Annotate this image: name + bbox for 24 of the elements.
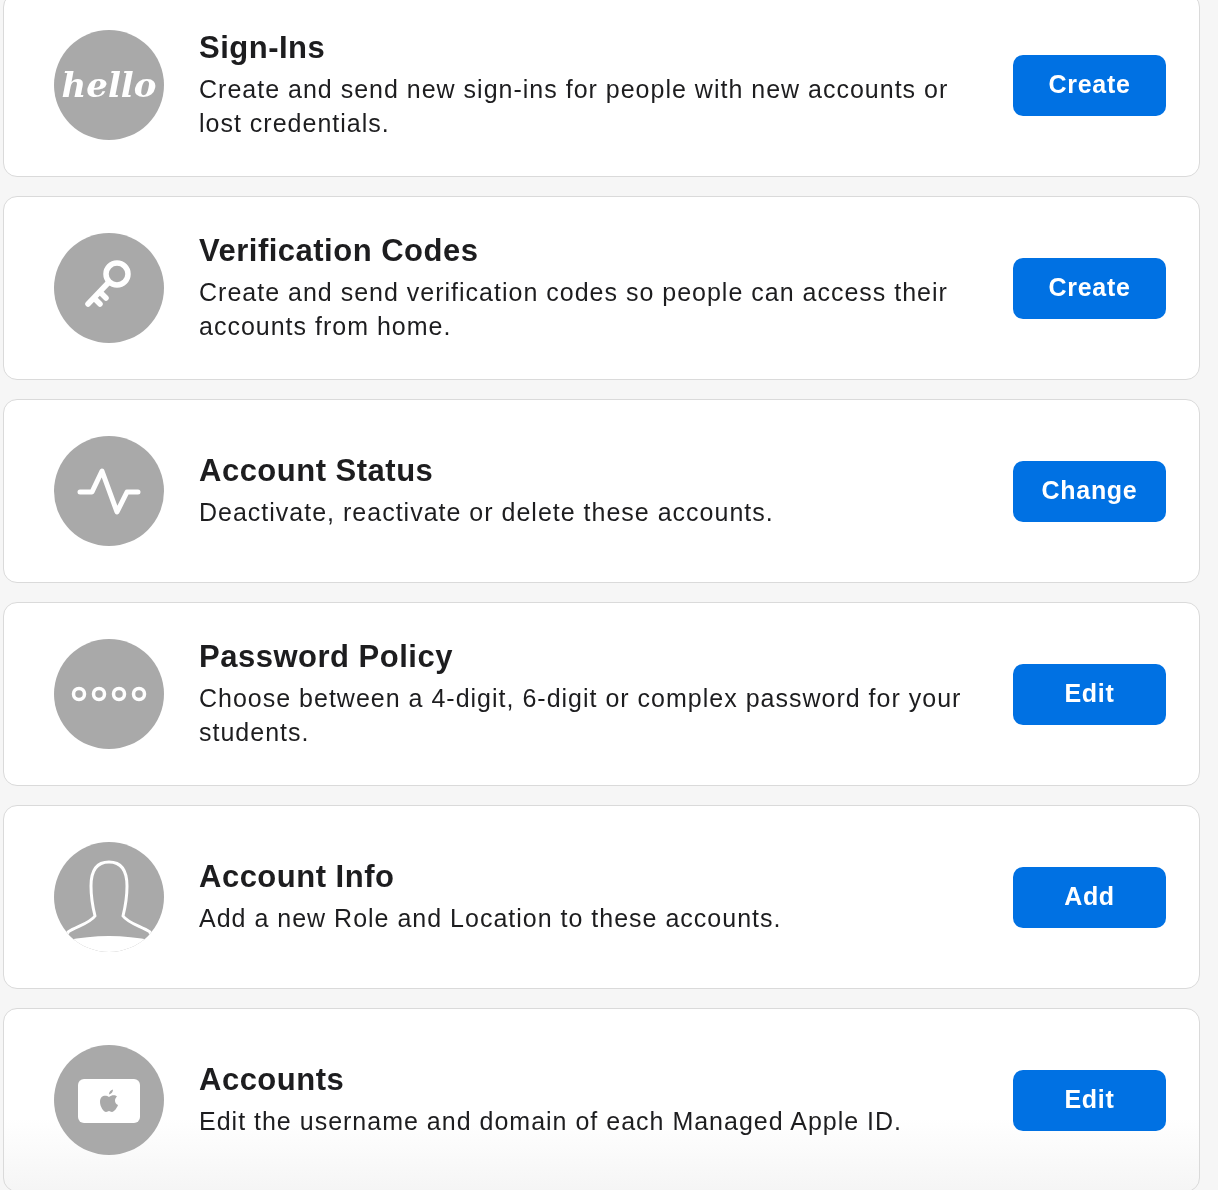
card-description: Create and send verification codes so people can access their accounts from home. [199, 277, 949, 342]
card-title: Password Policy [199, 639, 454, 675]
card-description: Deactivate, reactivate or delete these accounts. [199, 497, 775, 528]
card-title: Sign-Ins [199, 30, 327, 66]
action-button[interactable]: Edit [1013, 1069, 1166, 1131]
card-title: Account Info [199, 859, 396, 895]
action-button[interactable]: Change [1013, 460, 1166, 522]
pulse-icon [54, 436, 164, 546]
action-button[interactable]: Edit [1013, 663, 1166, 725]
person-icon [54, 842, 164, 952]
card-description: Create and send new sign-ins for people with new accounts or lost credentials. [199, 74, 950, 139]
card-title: Accounts [199, 1062, 346, 1098]
action-button[interactable]: Add [1013, 866, 1166, 928]
action-button[interactable]: Create [1013, 54, 1166, 116]
card-description: Edit the username and domain of each Managed Apple ID. [199, 1106, 904, 1137]
card-description: Add a new Role and Location to these accounts. [199, 903, 783, 934]
card-title: Verification Codes [199, 233, 480, 269]
apple-card-icon [54, 1045, 164, 1155]
card-title: Account Status [199, 453, 435, 489]
key-icon [54, 233, 164, 343]
action-button[interactable]: Create [1013, 257, 1166, 319]
passcode-dots-icon [54, 639, 164, 749]
greeting-icon: hello [54, 30, 164, 140]
card-description: Choose between a 4-digit, 6-digit or complex password for your students. [199, 683, 963, 748]
